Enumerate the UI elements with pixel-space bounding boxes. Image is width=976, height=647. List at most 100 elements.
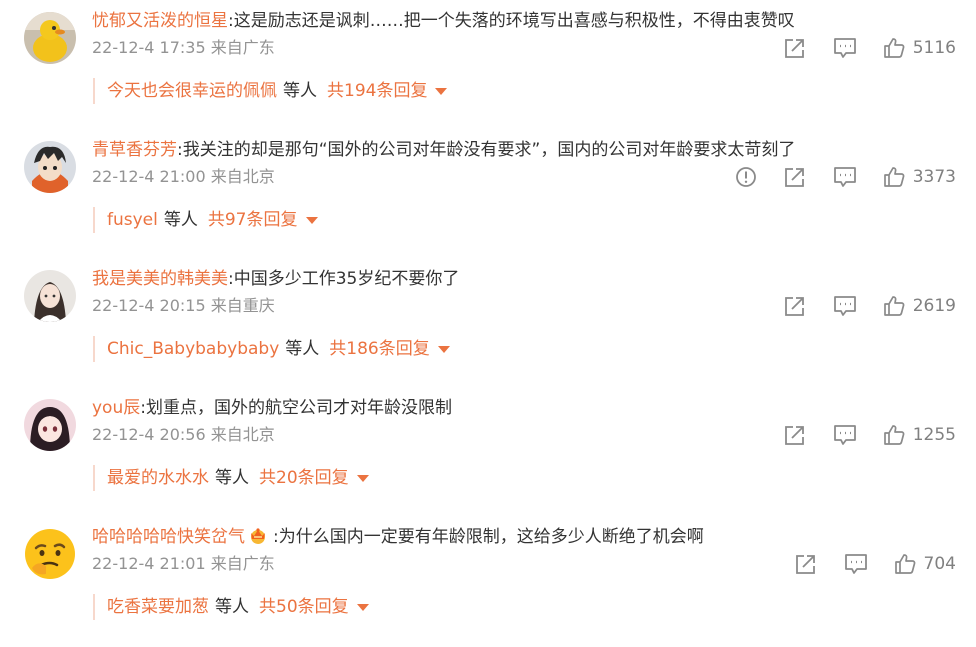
comment-text: 为什么国内一定要有年龄限制，这给多少人断绝了机会啊 <box>278 527 704 547</box>
reply-etc-label: 等人 <box>285 339 320 359</box>
comment-time: 22-12-4 20:56 <box>92 425 206 444</box>
comment-icon[interactable] <box>833 295 857 317</box>
comment-actions: 1255 <box>757 420 956 450</box>
like-button[interactable]: 1255 <box>883 424 956 446</box>
comment-location: 来自广东 <box>210 554 275 573</box>
like-count: 5116 <box>912 38 956 58</box>
comment-line: 忧郁又活泼的恒星:这是励志还是讽刺……把一个失落的环境写出喜感与积极性，不得由衷… <box>92 8 795 34</box>
reply-count: 共50条回复 <box>259 597 349 617</box>
comment-username[interactable]: 哈哈哈哈哈快笑岔气 <box>92 527 245 547</box>
comment-meta: 22-12-4 20:56 来自北京 <box>92 424 275 446</box>
reply-count-link[interactable]: 共186条回复 <box>329 336 450 362</box>
thumbs-up-icon <box>883 167 905 187</box>
comment-time: 22-12-4 21:00 <box>92 167 206 186</box>
caret-down-icon <box>356 603 369 611</box>
reply-username[interactable]: fusyel <box>107 207 158 233</box>
like-count: 3373 <box>912 167 956 187</box>
comment-actions: 704 <box>768 549 956 579</box>
reply-summary: Chic_Babybabybaby 等人 共186条回复 <box>93 336 450 362</box>
share-icon[interactable] <box>783 295 807 317</box>
caret-down-icon <box>305 216 318 224</box>
reply-username[interactable]: 今天也会很幸运的佩佩 <box>107 78 277 104</box>
comment-actions: 2619 <box>757 291 956 321</box>
comment-line: you辰:划重点，国外的航空公司才对年龄没限制 <box>92 395 452 421</box>
reply-count-link[interactable]: 共194条回复 <box>327 78 448 104</box>
comment-location: 来自北京 <box>210 167 275 186</box>
comment-time: 22-12-4 21:01 <box>92 554 206 573</box>
comment-location: 来自重庆 <box>210 296 275 315</box>
reply-etc-label: 等人 <box>163 210 198 230</box>
like-button[interactable]: 704 <box>894 553 956 575</box>
caret-down-icon <box>435 87 448 95</box>
comment-location: 来自广东 <box>210 38 275 57</box>
comment-line: 哈哈哈哈哈快笑岔气:为什么国内一定要有年龄限制，这给多少人断绝了机会啊 <box>92 524 704 554</box>
comment-item: you辰:划重点，国外的航空公司才对年龄没限制 22-12-4 20:56 来自… <box>0 387 976 516</box>
comment-location: 来自北京 <box>210 425 275 444</box>
share-icon[interactable] <box>783 37 807 59</box>
report-icon[interactable] <box>735 166 757 188</box>
comment-time: 22-12-4 20:15 <box>92 296 206 315</box>
comment-username[interactable]: 青草香芬芳 <box>92 140 177 160</box>
reply-summary: 最爱的水水水 等人 共20条回复 <box>93 465 369 491</box>
comment-icon[interactable] <box>833 166 857 188</box>
reply-summary: 今天也会很幸运的佩佩 等人 共194条回复 <box>93 78 448 104</box>
anime-boy-avatar[interactable] <box>24 141 76 193</box>
like-count: 704 <box>923 554 956 574</box>
reply-count: 共194条回复 <box>327 81 428 101</box>
reply-etc-label: 等人 <box>215 468 249 488</box>
reply-count-link[interactable]: 共97条回复 <box>208 207 318 233</box>
reply-summary: 吃香菜要加葱 等人 共50条回复 <box>93 594 369 620</box>
comment-item: 忧郁又活泼的恒星:这是励志还是讽刺……把一个失落的环境写出喜感与积极性，不得由衷… <box>0 0 976 129</box>
like-button[interactable]: 2619 <box>883 295 956 317</box>
comment-text: 我关注的却是那句“国外的公司对年龄没有要求”，国内的公司对年龄要求太苛刻了 <box>182 140 796 160</box>
reply-count: 共186条回复 <box>329 339 430 359</box>
thumbs-up-icon <box>883 296 905 316</box>
comment-icon[interactable] <box>833 37 857 59</box>
comment-text: 这是励志还是讽刺……把一个失落的环境写出喜感与积极性，不得由衷赞叹 <box>233 11 795 31</box>
comment-icon[interactable] <box>844 553 868 575</box>
crown-badge-icon <box>247 524 269 554</box>
comment-username[interactable]: 我是美美的韩美美 <box>92 269 228 289</box>
share-icon[interactable] <box>783 424 807 446</box>
caret-down-icon <box>437 345 450 353</box>
comment-actions: 5116 <box>757 33 956 63</box>
like-count: 2619 <box>912 296 956 316</box>
reply-count: 共97条回复 <box>207 210 298 230</box>
thumbs-up-icon <box>883 425 905 445</box>
anime-girl-avatar[interactable] <box>24 399 76 451</box>
thumbs-up-icon <box>894 554 915 574</box>
comment-username[interactable]: 忧郁又活泼的恒星 <box>92 11 228 31</box>
share-icon[interactable] <box>794 553 818 575</box>
reply-etc-label: 等人 <box>283 81 317 101</box>
comment-actions: 3373 <box>709 162 956 192</box>
reply-username[interactable]: Chic_Babybabybaby <box>107 336 279 362</box>
thumbs-up-icon <box>883 38 905 58</box>
like-count: 1255 <box>912 425 956 445</box>
comment-line: 青草香芬芳:我关注的却是那句“国外的公司对年龄没有要求”，国内的公司对年龄要求太… <box>92 137 795 163</box>
comment-item: 青草香芬芳:我关注的却是那句“国外的公司对年龄没有要求”，国内的公司对年龄要求太… <box>0 129 976 258</box>
reply-summary: fusyel 等人 共97条回复 <box>93 207 318 233</box>
thinking-emoji-avatar[interactable] <box>24 528 76 580</box>
reply-etc-label: 等人 <box>215 597 249 617</box>
yellow-duck-avatar[interactable] <box>24 12 76 64</box>
comment-meta: 22-12-4 20:15 来自重庆 <box>92 295 275 317</box>
comment-text: 划重点，国外的航空公司才对年龄没限制 <box>145 398 452 418</box>
comment-icon[interactable] <box>833 424 857 446</box>
reply-username[interactable]: 吃香菜要加葱 <box>107 594 209 620</box>
reply-count-link[interactable]: 共20条回复 <box>259 465 369 491</box>
girl-photo-avatar[interactable] <box>24 270 76 322</box>
comment-line: 我是美美的韩美美:中国多少工作35岁纪不要你了 <box>92 266 459 292</box>
comment-meta: 22-12-4 17:35 来自广东 <box>92 37 275 59</box>
reply-username[interactable]: 最爱的水水水 <box>107 465 209 491</box>
comment-text: 中国多少工作35岁纪不要你了 <box>233 269 460 289</box>
like-button[interactable]: 5116 <box>883 37 956 59</box>
comment-username[interactable]: you辰 <box>92 398 140 418</box>
like-button[interactable]: 3373 <box>883 166 956 188</box>
reply-count-link[interactable]: 共50条回复 <box>259 594 369 620</box>
comment-meta: 22-12-4 21:01 来自广东 <box>92 553 275 575</box>
comment-item: 哈哈哈哈哈快笑岔气:为什么国内一定要有年龄限制，这给多少人断绝了机会啊 22-1… <box>0 516 976 645</box>
share-icon[interactable] <box>783 166 807 188</box>
comment-meta: 22-12-4 21:00 来自北京 <box>92 166 275 188</box>
comment-time: 22-12-4 17:35 <box>92 38 206 57</box>
comment-item: 我是美美的韩美美:中国多少工作35岁纪不要你了 22-12-4 20:15 来自… <box>0 258 976 387</box>
